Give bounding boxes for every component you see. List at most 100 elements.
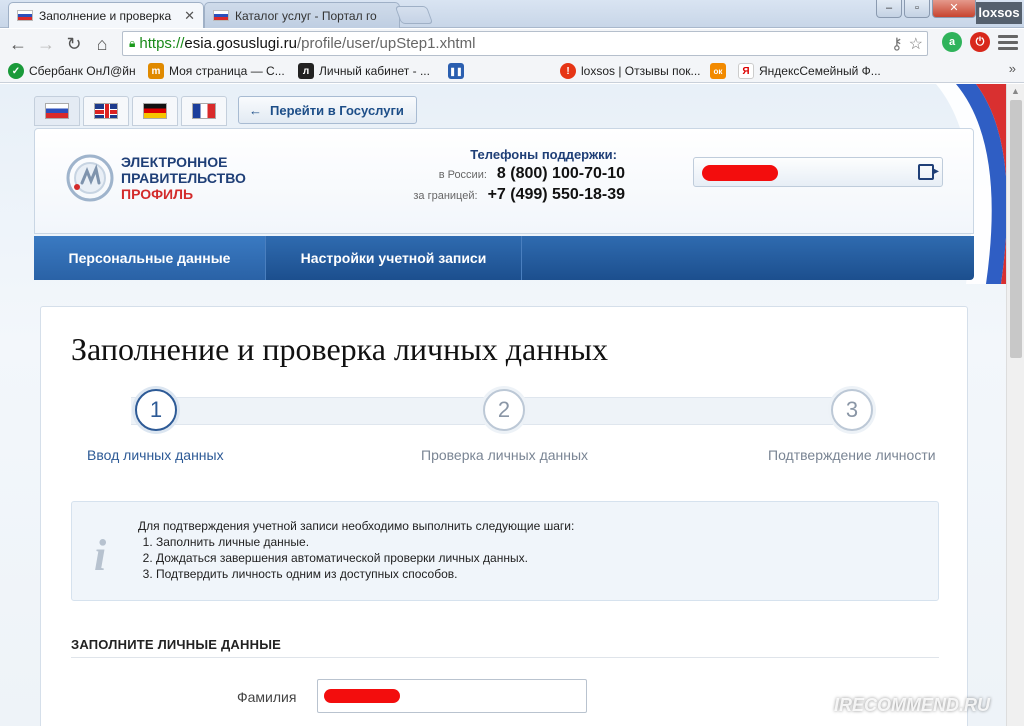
extension-green-icon[interactable]: a (942, 32, 962, 52)
tab-catalog[interactable]: Каталог услуг - Портал го (204, 2, 400, 28)
phone-russia-label: в России: (438, 169, 487, 181)
info-step-item: Заполнить личные данные. (156, 534, 574, 550)
yandex-icon: Я (738, 63, 754, 79)
egov-logo-icon (66, 154, 114, 202)
step-3-indicator: 3 (831, 389, 873, 431)
web-page: ← Перейти в Госуслуги ЭЛЕКТРОННОЕ ПРАВИТ… (0, 84, 1006, 726)
tab-strip: Заполнение и проверка ✕ Каталог услуг - … (0, 0, 1024, 28)
phone-abroad-label: за границей: (413, 190, 478, 202)
bookmark-yandex[interactable]: Я ЯндексСемейный Ф... (738, 63, 881, 79)
close-tab-icon[interactable]: ✕ (184, 8, 195, 24)
page-scrollbar[interactable]: ▲ (1006, 84, 1024, 726)
uk-flag-icon (94, 103, 118, 119)
bookmark-pause[interactable]: ❚❚ (448, 63, 464, 79)
phone-abroad-row: за границей: +7 (499) 550-18-39 (385, 186, 625, 204)
url-path: /profile/user/upStep1.xhtml (297, 35, 476, 52)
reload-icon[interactable]: ↻ (60, 32, 88, 56)
user-account-box[interactable] (693, 157, 943, 187)
nav-personal-data[interactable]: Персональные данные (34, 236, 266, 280)
info-intro: Для подтверждения учетной записи необход… (138, 519, 575, 533)
page-icon: m (148, 63, 164, 79)
surname-label: Фамилия (237, 689, 297, 705)
surname-input[interactable] (317, 679, 587, 713)
support-phones: Телефоны поддержки: в России: 8 (800) 10… (385, 147, 625, 204)
tab-title: Каталог услуг - Портал го (235, 8, 377, 23)
language-fr-button[interactable] (181, 96, 227, 126)
address-bar[interactable]: 🔒︎ https://esia.gosuslugi.ru/profile/use… (122, 31, 928, 56)
new-tab-button[interactable] (394, 6, 434, 24)
bookmark-cabinet[interactable]: л Личный кабинет - ... (298, 63, 430, 79)
section-title: ЗАПОЛНИТЕ ЛИЧНЫЕ ДАННЫЕ (71, 637, 281, 652)
main-navigation: Персональные данные Настройки учетной за… (34, 236, 974, 280)
language-ru-button[interactable] (34, 96, 80, 126)
section-divider (71, 657, 939, 658)
russia-flag-icon (213, 10, 229, 21)
extension-red-icon[interactable]: ⏻ (970, 32, 990, 52)
russia-flag-icon (45, 103, 69, 119)
site-header: ЭЛЕКТРОННОЕ ПРАВИТЕЛЬСТВО ПРОФИЛЬ Телефо… (34, 128, 974, 234)
info-step-item: Дождаться завершения автоматической пров… (156, 550, 574, 566)
info-icon: i (94, 531, 107, 580)
sberbank-icon: ✓ (8, 63, 24, 79)
germany-flag-icon (143, 103, 167, 119)
scrollbar-thumb[interactable] (1010, 100, 1022, 358)
site-logo[interactable]: ЭЛЕКТРОННОЕ ПРАВИТЕЛЬСТВО ПРОФИЛЬ (65, 153, 246, 203)
forward-icon[interactable]: → (32, 32, 60, 56)
language-en-button[interactable] (83, 96, 129, 126)
tab-title: Заполнение и проверка (39, 8, 172, 23)
support-title: Телефоны поддержки: (470, 147, 617, 162)
arrow-left-icon: ← (249, 102, 262, 118)
minimize-button[interactable]: – (876, 0, 902, 18)
key-icon[interactable]: ⚷ (891, 34, 903, 54)
step-3-label: Подтверждение личности (768, 447, 936, 463)
browser-profile-name[interactable]: loxsos (976, 2, 1022, 24)
russia-flag-icon (17, 10, 33, 21)
step-1-indicator: 1 (135, 389, 177, 431)
url-scheme: https:// (139, 35, 185, 52)
bookmark-label: Моя страница — С... (169, 64, 285, 78)
bookmark-label: Сбербанк ОнЛ@йн (29, 64, 136, 78)
logo-text: ЭЛЕКТРОННОЕ ПРАВИТЕЛЬСТВО ПРОФИЛЬ (121, 154, 246, 202)
logo-line-3: ПРОФИЛЬ (121, 186, 194, 202)
browser-menu-icon[interactable] (998, 32, 1018, 52)
logo-line-1: ЭЛЕКТРОННОЕ (121, 154, 228, 170)
language-switcher (34, 96, 227, 126)
info-step-item: Подтвердить личность одним из доступных … (156, 566, 574, 582)
logout-icon[interactable] (918, 162, 939, 180)
phone-russia-number: 8 (800) 100-70-10 (496, 165, 625, 182)
maximize-button[interactable]: ▫ (904, 0, 930, 18)
step-2-indicator: 2 (483, 389, 525, 431)
bookmark-my-page[interactable]: m Моя страница — С... (148, 63, 285, 79)
language-de-button[interactable] (132, 96, 178, 126)
omnibox-actions: ⚷ ☆ (891, 34, 923, 54)
bookmarks-overflow-icon[interactable]: » (1009, 61, 1016, 76)
back-icon[interactable]: ← (4, 32, 32, 56)
info-steps-list: Заполнить личные данные. Дождаться завер… (156, 534, 574, 582)
goto-gosuslugi-button[interactable]: ← Перейти в Госуслуги (238, 96, 417, 124)
window-controls: – ▫ ✕ (876, 0, 976, 18)
close-window-button[interactable]: ✕ (932, 0, 976, 18)
tab-profile[interactable]: Заполнение и проверка ✕ (8, 2, 204, 28)
bookmark-label: Личный кабинет - ... (319, 64, 430, 78)
step-2-label: Проверка личных данных (421, 447, 589, 463)
bookmark-label: loxsos | Отзывы пок... (581, 64, 701, 78)
bookmark-sberbank[interactable]: ✓ Сбербанк ОнЛ@йн (8, 63, 136, 79)
pause-icon: ❚❚ (448, 63, 464, 79)
scroll-up-icon[interactable]: ▲ (1011, 86, 1020, 96)
redacted-surname (324, 689, 400, 703)
goto-button-label: Перейти в Госуслуги (270, 102, 404, 118)
phone-abroad-number: +7 (499) 550-18-39 (487, 186, 625, 203)
bookmark-irecommend[interactable]: ! loxsos | Отзывы пок... (560, 63, 701, 79)
bookmark-label: ЯндексСемейный Ф... (759, 64, 881, 78)
home-icon[interactable]: ⌂ (88, 32, 116, 56)
redacted-username (702, 165, 778, 181)
france-flag-icon (192, 103, 216, 119)
logo-line-2: ПРАВИТЕЛЬСТВО (121, 170, 246, 186)
extension-icons: a ⏻ (942, 32, 1018, 52)
bookmark-odnoklassniki[interactable]: ок (710, 63, 726, 79)
bookmark-star-icon[interactable]: ☆ (909, 34, 923, 54)
info-text: Для подтверждения учетной записи необход… (138, 518, 574, 582)
cabinet-icon: л (298, 63, 314, 79)
odnoklassniki-icon: ок (710, 63, 726, 79)
nav-account-settings[interactable]: Настройки учетной записи (266, 236, 522, 280)
